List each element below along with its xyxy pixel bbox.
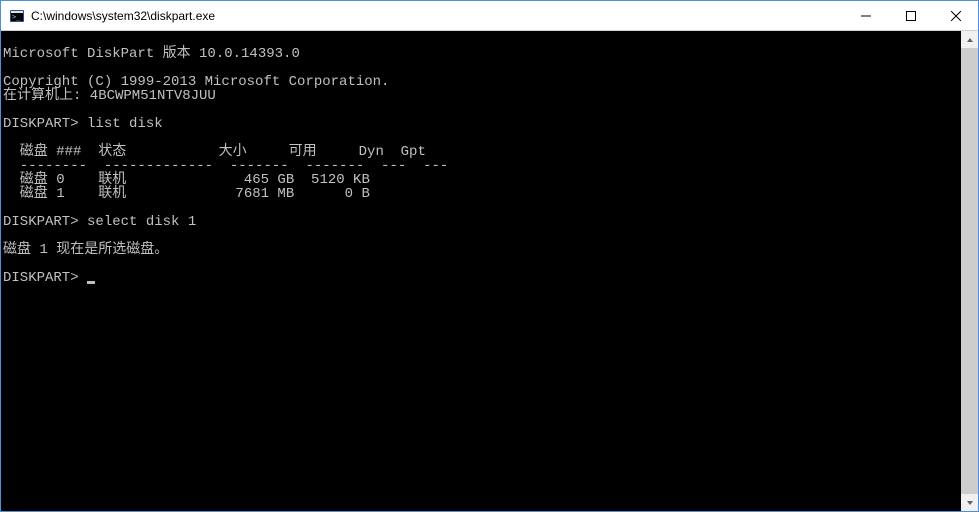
minimize-icon bbox=[861, 11, 871, 21]
blank-line bbox=[3, 103, 961, 117]
close-icon bbox=[951, 11, 961, 21]
app-icon: >_ bbox=[9, 8, 25, 24]
selected-message: 磁盘 1 现在是所选磁盘。 bbox=[3, 243, 961, 257]
console-window: >_ C:\windows\system32\diskpart.exe Micr… bbox=[0, 0, 979, 512]
table-row: 磁盘 0 联机 465 GB 5120 KB bbox=[3, 173, 961, 187]
prompt: DISKPART> bbox=[3, 116, 87, 132]
command-list-disk: list disk bbox=[87, 116, 163, 132]
scroll-up-button[interactable] bbox=[961, 31, 978, 48]
maximize-icon bbox=[906, 11, 916, 21]
scroll-track[interactable] bbox=[961, 48, 978, 494]
window-controls bbox=[843, 1, 978, 30]
cursor bbox=[87, 281, 95, 284]
table-header: 磁盘 ### 状态 大小 可用 Dyn Gpt bbox=[3, 145, 961, 159]
prompt-line-1: DISKPART> list disk bbox=[3, 117, 961, 131]
prompt: DISKPART> bbox=[3, 214, 87, 230]
blank-line bbox=[3, 33, 961, 47]
minimize-button[interactable] bbox=[843, 1, 888, 30]
table-row: 磁盘 1 联机 7681 MB 0 B bbox=[3, 187, 961, 201]
close-button[interactable] bbox=[933, 1, 978, 30]
blank-line bbox=[3, 229, 961, 243]
terminal-output[interactable]: Microsoft DiskPart 版本 10.0.14393.0 Copyri… bbox=[1, 31, 961, 511]
svg-text:>_: >_ bbox=[12, 13, 21, 21]
blank-line bbox=[3, 201, 961, 215]
window-title: C:\windows\system32\diskpart.exe bbox=[31, 9, 843, 23]
table-divider: -------- ------------- ------- ------- -… bbox=[3, 159, 961, 173]
prompt: DISKPART> bbox=[3, 270, 87, 286]
titlebar[interactable]: >_ C:\windows\system32\diskpart.exe bbox=[1, 1, 978, 31]
prompt-line-3: DISKPART> bbox=[3, 271, 961, 285]
blank-line bbox=[3, 131, 961, 145]
blank-line bbox=[3, 61, 961, 75]
scroll-down-button[interactable] bbox=[961, 494, 978, 511]
prompt-line-2: DISKPART> select disk 1 bbox=[3, 215, 961, 229]
scroll-down-icon bbox=[966, 499, 974, 507]
computer-line: 在计算机上: 4BCWPM51NTV8JUU bbox=[3, 89, 961, 103]
scroll-thumb[interactable] bbox=[961, 48, 978, 494]
maximize-button[interactable] bbox=[888, 1, 933, 30]
command-select-disk: select disk 1 bbox=[87, 214, 196, 230]
version-line: Microsoft DiskPart 版本 10.0.14393.0 bbox=[3, 47, 961, 61]
blank-line bbox=[3, 257, 961, 271]
vertical-scrollbar[interactable] bbox=[961, 31, 978, 511]
content-area: Microsoft DiskPart 版本 10.0.14393.0 Copyri… bbox=[1, 31, 978, 511]
scroll-up-icon bbox=[966, 36, 974, 44]
copyright-line: Copyright (C) 1999-2013 Microsoft Corpor… bbox=[3, 75, 961, 89]
